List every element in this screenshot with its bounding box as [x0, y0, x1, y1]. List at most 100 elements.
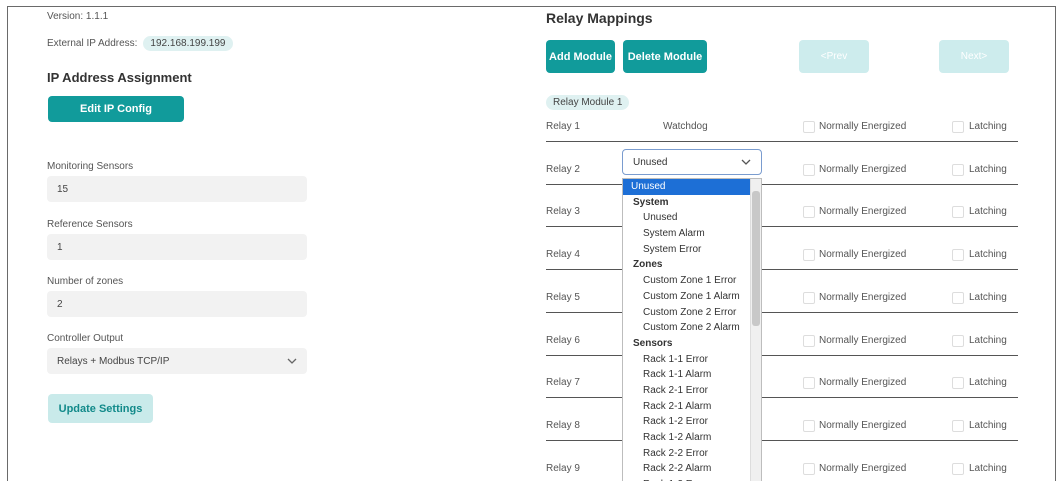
normally-energized-label: Normally Energized	[819, 463, 907, 474]
latching-label: Latching	[969, 377, 1007, 388]
reference-sensors-label: Reference Sensors	[47, 219, 133, 230]
relay-row-divider	[546, 355, 1018, 356]
latching-label: Latching	[969, 121, 1007, 132]
latching-checkbox[interactable]	[952, 206, 964, 218]
next-button[interactable]: Next>	[939, 40, 1009, 73]
dropdown-option[interactable]: Rack 2-1 Error	[623, 383, 761, 399]
latching-label: Latching	[969, 206, 1007, 217]
relay-2-select-value: Unused	[633, 156, 668, 168]
edit-ip-config-button[interactable]: Edit IP Config	[48, 96, 184, 122]
normally-energized-checkbox[interactable]	[803, 249, 815, 261]
dropdown-option[interactable]: Rack 1-1 Alarm	[623, 367, 761, 383]
app-frame: Version: 1.1.1 External IP Address: 192.…	[7, 6, 1056, 481]
number-of-zones-field[interactable]: 2	[47, 291, 307, 317]
relay-row-divider	[546, 184, 1018, 185]
dropdown-option[interactable]: Rack 2-1 Alarm	[623, 399, 761, 415]
latching-label: Latching	[969, 335, 1007, 346]
external-ip-label: External IP Address:	[47, 38, 138, 49]
relay-row-label: Relay 9	[546, 463, 580, 474]
relay-row-divider	[546, 397, 1018, 398]
monitoring-sensors-field[interactable]: 15	[47, 176, 307, 202]
monitoring-sensors-label: Monitoring Sensors	[47, 161, 134, 172]
version-text: Version: 1.1.1	[47, 11, 109, 22]
reference-sensors-field[interactable]: 1	[47, 234, 307, 260]
latching-label: Latching	[969, 164, 1007, 175]
dropdown-scrollbar-thumb[interactable]	[752, 191, 760, 326]
dropdown-option[interactable]: Custom Zone 2 Alarm	[623, 320, 761, 336]
normally-energized-checkbox[interactable]	[803, 121, 815, 133]
external-ip-chip: 192.168.199.199	[143, 36, 233, 51]
relay-row-label: Relay 7	[546, 377, 580, 388]
controller-output-select[interactable]: Relays + Modbus TCP/IP	[47, 348, 307, 374]
latching-checkbox[interactable]	[952, 121, 964, 133]
relay-2-select[interactable]: Unused	[622, 149, 762, 175]
dropdown-option[interactable]: Rack 1-3 Error	[623, 477, 761, 481]
dropdown-option[interactable]: Rack 1-2 Alarm	[623, 430, 761, 446]
dropdown-option[interactable]: System Error	[623, 242, 761, 258]
external-ip-row: External IP Address: 192.168.199.199	[47, 36, 233, 51]
latching-checkbox[interactable]	[952, 463, 964, 475]
dropdown-option[interactable]: Rack 1-1 Error	[623, 352, 761, 368]
relay-row-divider	[546, 226, 1018, 227]
latching-checkbox[interactable]	[952, 377, 964, 389]
latching-label: Latching	[969, 420, 1007, 431]
normally-energized-checkbox[interactable]	[803, 377, 815, 389]
normally-energized-label: Normally Energized	[819, 377, 907, 388]
latching-checkbox[interactable]	[952, 420, 964, 432]
dropdown-option[interactable]: Unused	[623, 210, 761, 226]
prev-button[interactable]: <Prev	[799, 40, 869, 73]
number-of-zones-label: Number of zones	[47, 276, 124, 287]
dropdown-option[interactable]: Unused	[623, 179, 761, 195]
dropdown-option[interactable]: Custom Zone 2 Error	[623, 305, 761, 321]
dropdown-option[interactable]: Rack 2-2 Error	[623, 446, 761, 462]
normally-energized-label: Normally Energized	[819, 206, 907, 217]
latching-label: Latching	[969, 463, 1007, 474]
delete-module-button[interactable]: Delete Module	[623, 40, 707, 73]
relay-row-label: Relay 6	[546, 335, 580, 346]
update-settings-button[interactable]: Update Settings	[48, 394, 153, 423]
normally-energized-label: Normally Energized	[819, 164, 907, 175]
dropdown-option[interactable]: System Alarm	[623, 226, 761, 242]
add-module-button[interactable]: Add Module	[546, 40, 615, 73]
relay-row-divider	[546, 440, 1018, 441]
dropdown-option[interactable]: Rack 2-2 Alarm	[623, 461, 761, 477]
latching-checkbox[interactable]	[952, 335, 964, 347]
relay-mappings-title: Relay Mappings	[546, 10, 653, 26]
dropdown-option[interactable]: Custom Zone 1 Alarm	[623, 289, 761, 305]
relay-row-label: Relay 3	[546, 206, 580, 217]
normally-energized-label: Normally Energized	[819, 121, 907, 132]
ip-section-title: IP Address Assignment	[47, 70, 192, 85]
dropdown-group-header: Zones	[633, 259, 663, 271]
normally-energized-checkbox[interactable]	[803, 164, 815, 176]
latching-label: Latching	[969, 292, 1007, 303]
relay-row-divider	[546, 269, 1018, 270]
normally-energized-label: Normally Energized	[819, 292, 907, 303]
relay-module-chip-label: Relay Module 1	[546, 95, 630, 110]
normally-energized-checkbox[interactable]	[803, 206, 815, 218]
latching-checkbox[interactable]	[952, 292, 964, 304]
relay-row-label: Relay 8	[546, 420, 580, 431]
dropdown-option[interactable]: Custom Zone 1 Error	[623, 273, 761, 289]
dropdown-group-header: System	[633, 196, 669, 208]
normally-energized-checkbox[interactable]	[803, 335, 815, 347]
relay-row-divider	[546, 141, 1018, 142]
normally-energized-label: Normally Energized	[819, 335, 907, 346]
dropdown-scrollbar[interactable]	[750, 179, 761, 481]
normally-energized-checkbox[interactable]	[803, 463, 815, 475]
relay-1-value: Watchdog	[663, 121, 708, 132]
relay-row-label: Relay 4	[546, 249, 580, 260]
relay-2-dropdown-list[interactable]: Unused System Unused System Alarm System Err…	[622, 178, 762, 481]
relay-row-label: Relay 5	[546, 292, 580, 303]
latching-checkbox[interactable]	[952, 249, 964, 261]
relay-module-chip: Relay Module 1	[546, 92, 630, 110]
relay-row-label: Relay 2	[546, 164, 580, 175]
normally-energized-label: Normally Energized	[819, 249, 907, 260]
normally-energized-label: Normally Energized	[819, 420, 907, 431]
normally-energized-checkbox[interactable]	[803, 292, 815, 304]
latching-checkbox[interactable]	[952, 164, 964, 176]
normally-energized-checkbox[interactable]	[803, 420, 815, 432]
relay-row-divider	[546, 312, 1018, 313]
chevron-down-icon	[741, 159, 751, 165]
dropdown-option[interactable]: Rack 1-2 Error	[623, 414, 761, 430]
latching-label: Latching	[969, 249, 1007, 260]
